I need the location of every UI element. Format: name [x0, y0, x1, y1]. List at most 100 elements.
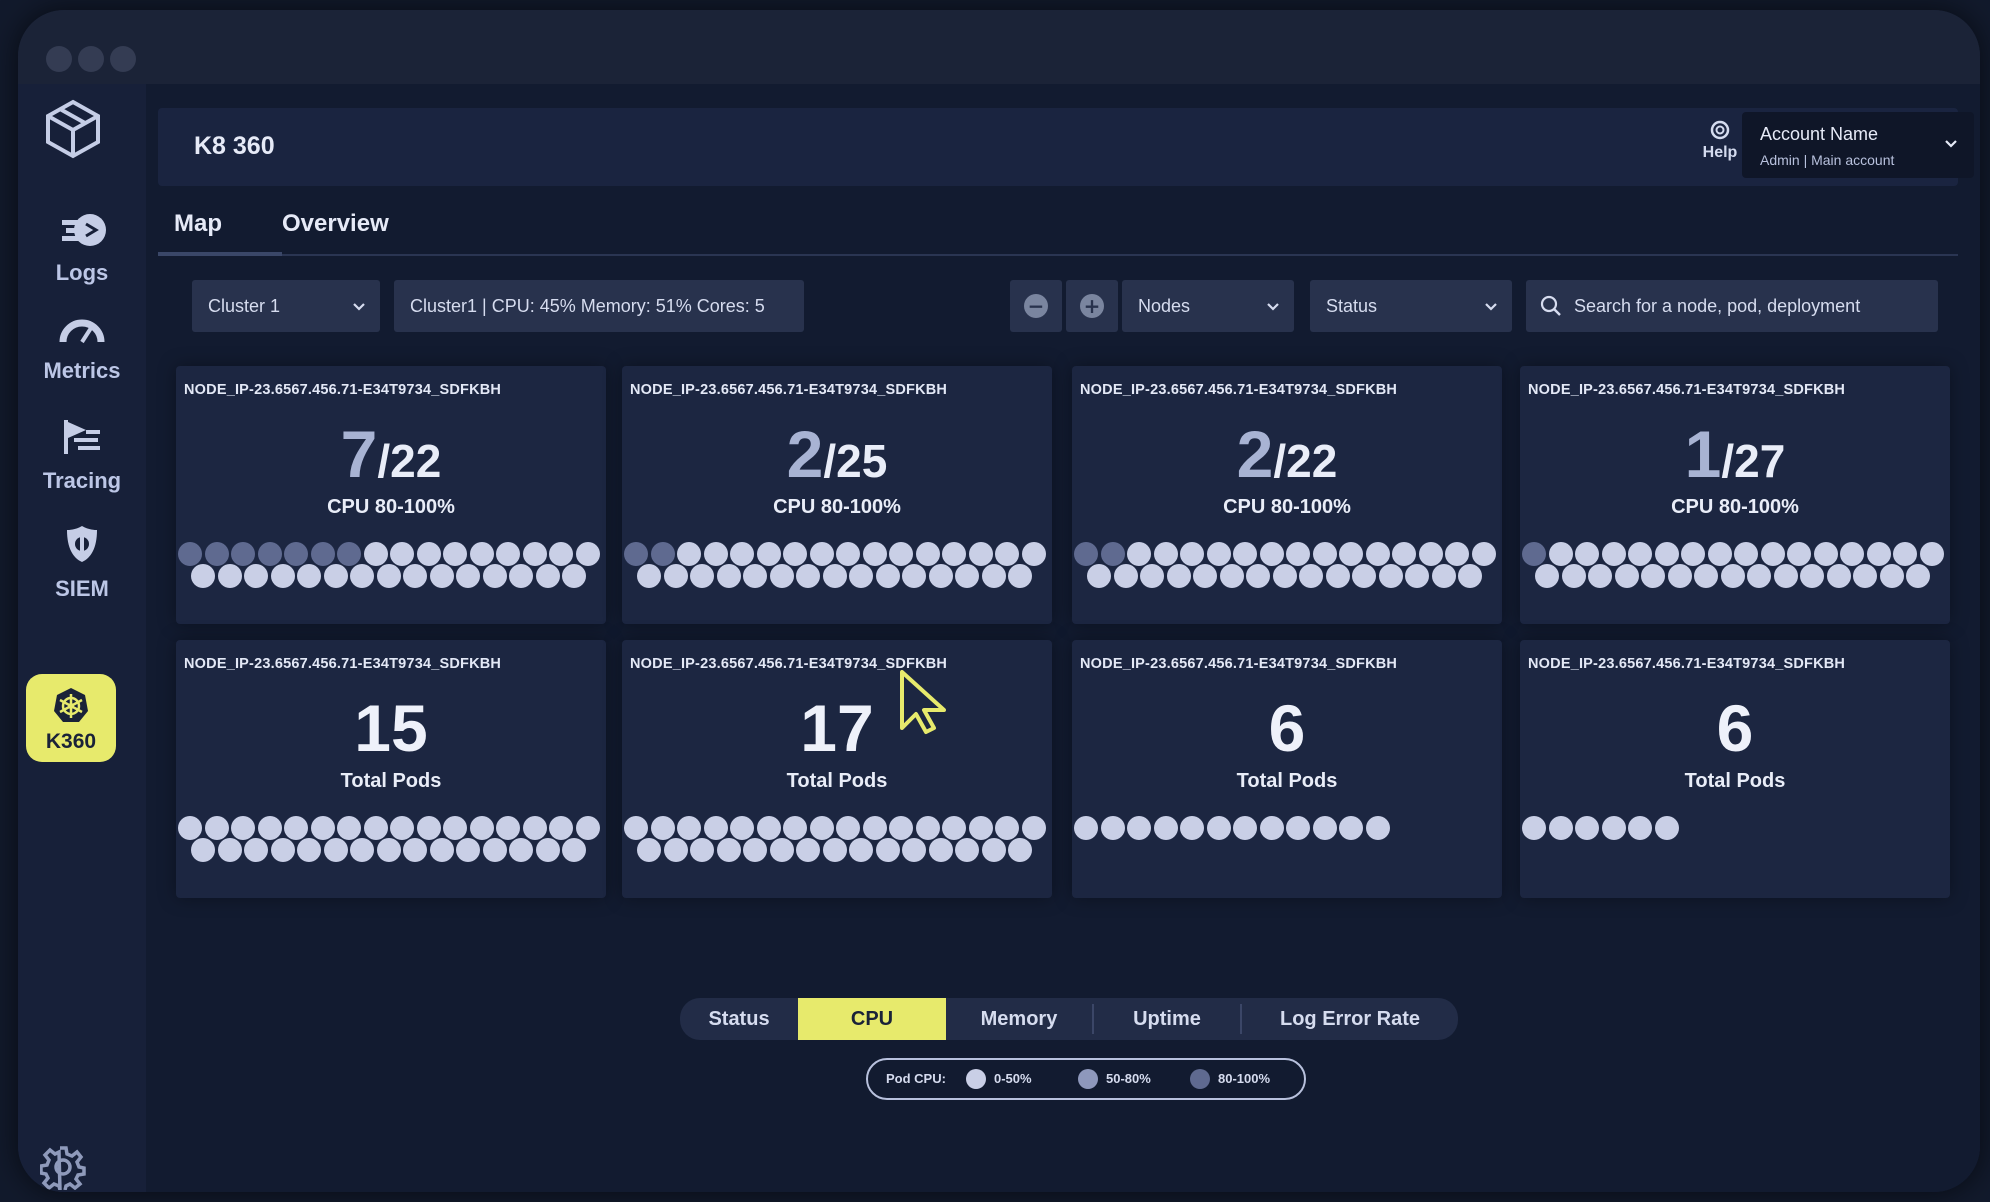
pod-dot[interactable] [836, 816, 860, 840]
pod-dot[interactable] [1140, 564, 1164, 588]
pod-dot[interactable] [915, 816, 940, 840]
pod-dot[interactable] [363, 816, 388, 840]
pod-dot[interactable] [482, 564, 507, 588]
node-card[interactable]: NODE_IP-23.6567.456.71-E34T9734_SDFKBH 1/… [1520, 366, 1950, 624]
pod-dot[interactable] [743, 564, 767, 588]
pod-dot[interactable] [650, 816, 675, 840]
pod-dot[interactable] [1575, 816, 1599, 840]
pod-dot[interactable] [1522, 542, 1546, 566]
pod-dot[interactable] [390, 816, 414, 840]
pod-dot[interactable] [703, 816, 728, 840]
cluster-select[interactable]: Cluster 1 [192, 280, 380, 332]
pod-dot[interactable] [191, 564, 215, 588]
pod-dot[interactable] [955, 564, 979, 588]
metric-tab-uptime[interactable]: Uptime [1094, 998, 1240, 1040]
pod-dot[interactable] [1431, 564, 1456, 588]
pod-dot[interactable] [443, 816, 467, 840]
pod-dot[interactable] [1153, 542, 1178, 566]
pod-dot[interactable] [390, 542, 414, 566]
pod-dot[interactable] [968, 816, 993, 840]
pod-dot[interactable] [1021, 816, 1046, 840]
pod-dot[interactable] [204, 816, 229, 840]
pod-dot[interactable] [849, 838, 873, 862]
pod-dot[interactable] [1734, 542, 1758, 566]
pod-dot[interactable] [716, 564, 741, 588]
pod-dot[interactable] [1548, 542, 1573, 566]
pod-dot[interactable] [809, 816, 834, 840]
pod-dot[interactable] [1800, 564, 1824, 588]
pod-dot[interactable] [575, 542, 600, 566]
pod-dot[interactable] [270, 564, 295, 588]
pod-dot[interactable] [796, 838, 820, 862]
pod-dot[interactable] [217, 838, 242, 862]
window-maximize-dot[interactable] [110, 46, 136, 72]
pod-dot[interactable] [1535, 564, 1559, 588]
pod-dot[interactable] [889, 816, 913, 840]
pod-dot[interactable] [522, 816, 547, 840]
pod-dot[interactable] [456, 564, 480, 588]
pod-dot[interactable] [1588, 564, 1612, 588]
account-menu[interactable]: Account Name Admin | Main account [1742, 112, 1974, 178]
pod-dot[interactable] [1522, 816, 1546, 840]
pod-dot[interactable] [1906, 564, 1930, 588]
pod-dot[interactable] [1628, 542, 1652, 566]
pod-dot[interactable] [756, 542, 781, 566]
pod-dot[interactable] [1471, 542, 1496, 566]
pod-dot[interactable] [1312, 816, 1337, 840]
pod-dot[interactable] [231, 542, 255, 566]
pod-dot[interactable] [310, 542, 335, 566]
pod-dot[interactable] [1681, 542, 1705, 566]
pod-dot[interactable] [902, 838, 926, 862]
pod-dot[interactable] [297, 838, 321, 862]
pod-dot[interactable] [469, 542, 494, 566]
metric-tab-status[interactable]: Status [680, 998, 798, 1040]
pod-dot[interactable] [928, 564, 953, 588]
pod-dot[interactable] [1008, 838, 1032, 862]
pod-dot[interactable] [624, 816, 648, 840]
pod-dot[interactable] [416, 542, 441, 566]
metric-tab-log-error-rate[interactable]: Log Error Rate [1242, 998, 1458, 1040]
pod-dot[interactable] [1246, 564, 1270, 588]
pod-dot[interactable] [1233, 542, 1257, 566]
help-button[interactable]: Help [1690, 120, 1750, 162]
pod-dot[interactable] [1641, 564, 1665, 588]
pod-dot[interactable] [769, 564, 794, 588]
node-card[interactable]: NODE_IP-23.6567.456.71-E34T9734_SDFKBH 7/… [176, 366, 606, 624]
pod-dot[interactable] [849, 564, 873, 588]
pod-dot[interactable] [1378, 564, 1403, 588]
pod-dot[interactable] [995, 542, 1019, 566]
pod-dot[interactable] [1272, 564, 1297, 588]
sidebar-item-tracing[interactable]: Tracing [18, 418, 146, 494]
zoom-out-button[interactable]: − [1010, 280, 1062, 332]
pod-dot[interactable] [769, 838, 794, 862]
pod-dot[interactable] [1206, 816, 1231, 840]
pod-dot[interactable] [1206, 542, 1231, 566]
pod-dot[interactable] [376, 838, 401, 862]
pod-dot[interactable] [836, 542, 860, 566]
pod-dot[interactable] [756, 816, 781, 840]
pod-dot[interactable] [1166, 564, 1191, 588]
pod-dot[interactable] [310, 816, 335, 840]
zoom-in-button[interactable]: + [1066, 280, 1118, 332]
pod-dot[interactable] [703, 542, 728, 566]
node-card[interactable]: NODE_IP-23.6567.456.71-E34T9734_SDFKBH 2/… [622, 366, 1052, 624]
pod-dot[interactable] [1312, 542, 1337, 566]
sidebar-item-siem[interactable]: SIEM [18, 524, 146, 602]
pod-dot[interactable] [875, 564, 900, 588]
pod-dot[interactable] [350, 564, 374, 588]
node-card[interactable]: NODE_IP-23.6567.456.71-E34T9734_SDFKBH 17… [622, 640, 1052, 898]
pod-dot[interactable] [862, 816, 887, 840]
pod-dot[interactable] [1614, 564, 1639, 588]
pod-dot[interactable] [549, 542, 573, 566]
pod-dot[interactable] [350, 838, 374, 862]
pod-dot[interactable] [1286, 816, 1310, 840]
pod-dot[interactable] [889, 542, 913, 566]
pod-dot[interactable] [1919, 542, 1944, 566]
pod-dot[interactable] [562, 564, 586, 588]
pod-dot[interactable] [416, 816, 441, 840]
node-card[interactable]: NODE_IP-23.6567.456.71-E34T9734_SDFKBH 6 T… [1072, 640, 1502, 898]
pod-dot[interactable] [297, 564, 321, 588]
tab-map[interactable]: Map [174, 210, 222, 238]
pod-dot[interactable] [496, 816, 520, 840]
pod-dot[interactable] [217, 564, 242, 588]
